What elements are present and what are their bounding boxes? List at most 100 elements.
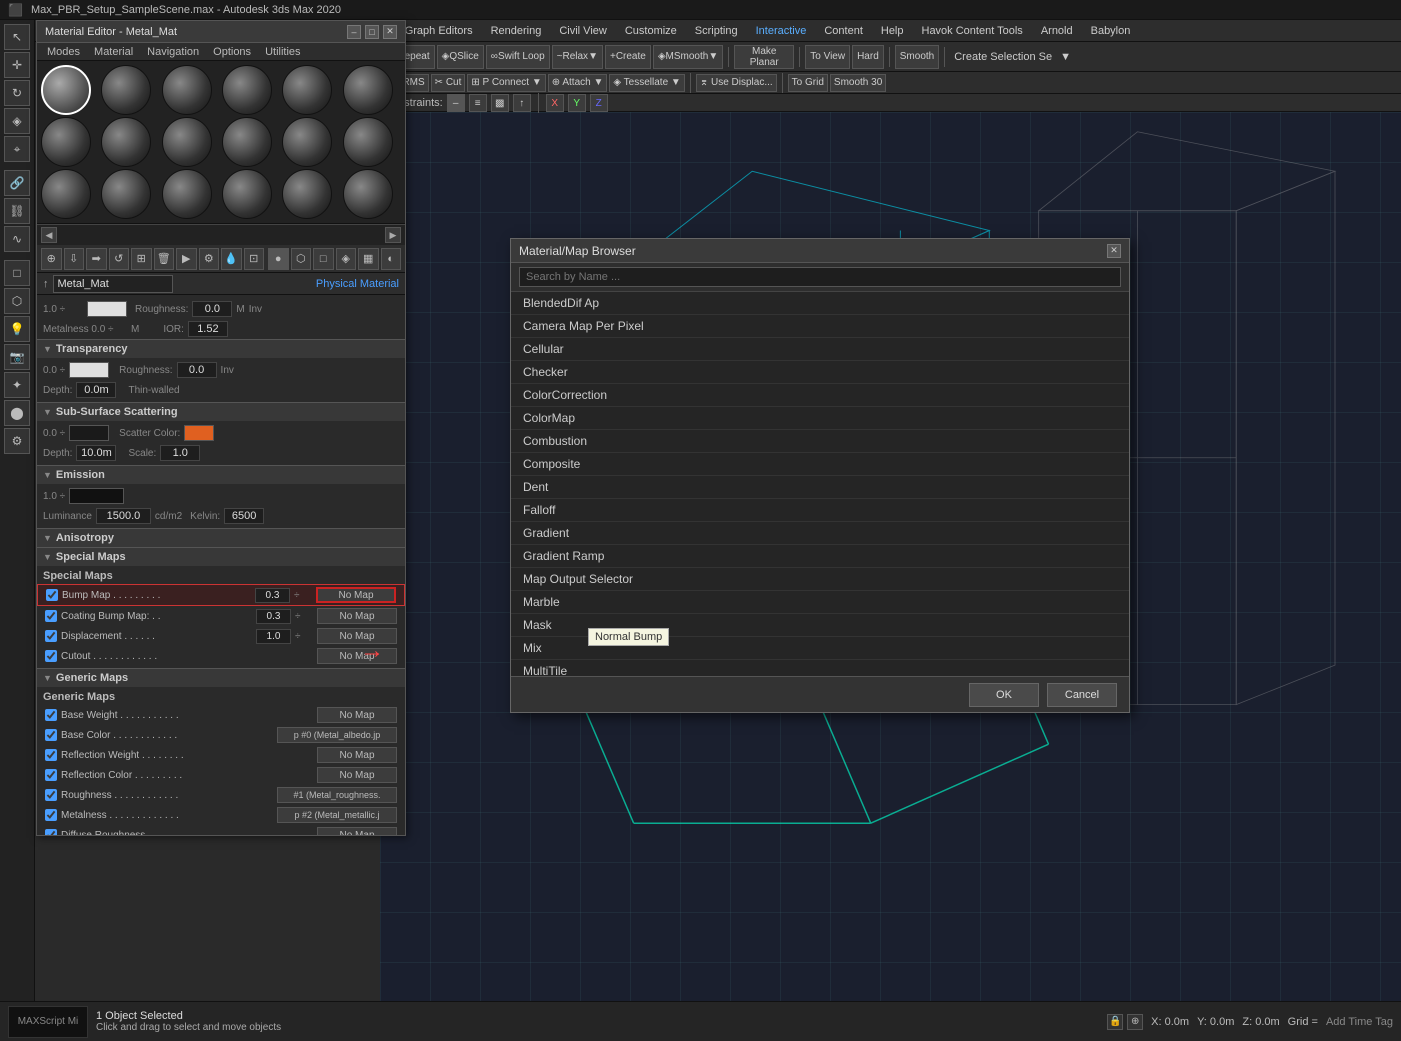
- coating-bump-btn[interactable]: No Map: [317, 608, 397, 624]
- refl-weight-btn[interactable]: No Map: [317, 747, 397, 763]
- snap-icon[interactable]: ⊕: [1127, 1014, 1143, 1030]
- metalness-map-btn[interactable]: p #2 (Metal_metallic.j: [277, 807, 397, 823]
- bump-map-btn[interactable]: No Map: [316, 587, 396, 603]
- mat-menu-options[interactable]: Options: [207, 45, 257, 59]
- menu-arnold[interactable]: Arnold: [1033, 23, 1081, 39]
- displacement-btn[interactable]: No Map: [317, 628, 397, 644]
- base-weight-checkbox[interactable]: [45, 709, 57, 721]
- cutout-checkbox[interactable]: [45, 650, 57, 662]
- base-color-btn[interactable]: p #0 (Metal_albedo.jp: [277, 727, 397, 743]
- relax-btn[interactable]: ~ Relax ▼: [552, 45, 603, 69]
- luminance-input[interactable]: [96, 508, 151, 524]
- mat-custom-btn[interactable]: ◈: [336, 248, 357, 270]
- roughness-swatch[interactable]: [87, 301, 127, 317]
- refl-color-checkbox[interactable]: [45, 769, 57, 781]
- mat-menu-material[interactable]: Material: [88, 45, 139, 59]
- mat-picker-btn[interactable]: 💧: [221, 248, 242, 270]
- left-link-btn[interactable]: 🔗: [4, 170, 30, 196]
- mat-copy-btn[interactable]: ⊞: [131, 248, 152, 270]
- displacement-checkbox[interactable]: [45, 630, 57, 642]
- sample-sphere-15[interactable]: [222, 169, 272, 219]
- sample-sphere-16[interactable]: [282, 169, 332, 219]
- xyz-x-btn[interactable]: X: [546, 94, 564, 112]
- sample-sphere-1[interactable]: [101, 65, 151, 115]
- map-browser-ok-btn[interactable]: OK: [969, 683, 1039, 707]
- hard-btn[interactable]: Hard: [852, 45, 884, 69]
- coating-bump-checkbox[interactable]: [45, 610, 57, 622]
- map-item-composite[interactable]: Composite: [511, 453, 1129, 476]
- map-item-marble[interactable]: Marble: [511, 591, 1129, 614]
- sample-sphere-5[interactable]: [343, 65, 393, 115]
- coating-bump-spinner[interactable]: ÷: [295, 611, 313, 622]
- mat-cylinder-btn[interactable]: ⬡: [291, 248, 312, 270]
- mat-delete-btn[interactable]: 🗑: [154, 248, 175, 270]
- mat-video-btn[interactable]: ▶: [176, 248, 197, 270]
- base-weight-btn[interactable]: No Map: [317, 707, 397, 723]
- sample-sphere-9[interactable]: [222, 117, 272, 167]
- menu-content[interactable]: Content: [816, 23, 871, 39]
- create-btn[interactable]: + Create: [605, 45, 651, 69]
- sample-sphere-13[interactable]: [101, 169, 151, 219]
- special-maps-section[interactable]: Special Maps: [37, 547, 405, 566]
- mat-get-material-btn[interactable]: ⊕: [41, 248, 62, 270]
- displacement-spinner[interactable]: ÷: [295, 631, 313, 642]
- scatter-swatch[interactable]: [184, 425, 214, 441]
- left-geo-btn[interactable]: □: [4, 260, 30, 286]
- diffuse-rough-btn[interactable]: No Map: [317, 827, 397, 835]
- smooth-30-btn[interactable]: Smooth 30: [830, 74, 886, 92]
- refl-color-btn[interactable]: No Map: [317, 767, 397, 783]
- make-planar-btn[interactable]: Make Planar: [734, 45, 794, 69]
- left-system-btn[interactable]: ⚙: [4, 428, 30, 454]
- sphere-scroll-right[interactable]: ▶: [385, 227, 401, 243]
- menu-customize[interactable]: Customize: [617, 23, 685, 39]
- mat-background-btn[interactable]: ▦: [358, 248, 379, 270]
- menu-graph-editors[interactable]: Graph Editors: [397, 23, 481, 39]
- maxscript-btn[interactable]: MAXScript Mi: [8, 1006, 88, 1038]
- pconnect-btn[interactable]: ⊞ P Connect ▼: [467, 74, 545, 92]
- mat-menu-navigation[interactable]: Navigation: [141, 45, 205, 59]
- map-item-cellular[interactable]: Cellular: [511, 338, 1129, 361]
- map-item-colorcorrection[interactable]: ColorCorrection: [511, 384, 1129, 407]
- left-unlink-btn[interactable]: ⛓: [4, 198, 30, 224]
- constraint-face[interactable]: ▩: [491, 94, 509, 112]
- emission-section[interactable]: Emission: [37, 465, 405, 484]
- generic-maps-section[interactable]: Generic Maps: [37, 668, 405, 687]
- mat-assign-btn[interactable]: ➡: [86, 248, 107, 270]
- constraint-none[interactable]: –: [447, 94, 465, 112]
- left-place-btn[interactable]: ⌖: [4, 136, 30, 162]
- mat-editor-maximize-btn[interactable]: □: [365, 25, 379, 39]
- sss-scale-input[interactable]: [160, 445, 200, 461]
- left-rotate-btn[interactable]: ↻: [4, 80, 30, 106]
- sphere-scroll-left[interactable]: ◀: [41, 227, 57, 243]
- constraint-normal[interactable]: ↑: [513, 94, 531, 112]
- left-shape-btn[interactable]: ⬡: [4, 288, 30, 314]
- map-item-map-output-selector[interactable]: Map Output Selector: [511, 568, 1129, 591]
- left-select-btn[interactable]: ↖: [4, 24, 30, 50]
- roughness-input[interactable]: [192, 301, 232, 317]
- map-item-blend[interactable]: BlendedDif Ap: [511, 292, 1129, 315]
- mat-nav-up[interactable]: ↑: [43, 278, 49, 290]
- mat-backlight-btn[interactable]: ◐: [381, 248, 402, 270]
- sample-sphere-2[interactable]: [162, 65, 212, 115]
- sample-sphere-10[interactable]: [282, 117, 332, 167]
- trans-roughness-input[interactable]: [177, 362, 217, 378]
- map-item-gradient[interactable]: Gradient: [511, 522, 1129, 545]
- menu-help[interactable]: Help: [873, 23, 912, 39]
- left-camera-btn[interactable]: 📷: [4, 344, 30, 370]
- left-bind-btn[interactable]: ∿: [4, 226, 30, 252]
- mat-put-material-btn[interactable]: ⇩: [64, 248, 85, 270]
- sample-sphere-11[interactable]: [343, 117, 393, 167]
- map-item-checker[interactable]: Checker: [511, 361, 1129, 384]
- cutout-btn[interactable]: No Map: [317, 648, 397, 664]
- bump-map-spinner[interactable]: ÷: [294, 590, 312, 601]
- menu-scripting[interactable]: Scripting: [687, 23, 746, 39]
- trans-swatch[interactable]: [69, 362, 109, 378]
- sss-section[interactable]: Sub-Surface Scattering: [37, 402, 405, 421]
- mat-menu-modes[interactable]: Modes: [41, 45, 86, 59]
- mat-box-btn[interactable]: □: [313, 248, 334, 270]
- qslice-btn[interactable]: ◈ QSlice: [437, 45, 484, 69]
- map-item-gradient-ramp[interactable]: Gradient Ramp: [511, 545, 1129, 568]
- sss-depth-input[interactable]: [76, 445, 116, 461]
- sss-swatch[interactable]: [69, 425, 109, 441]
- smooth-btn[interactable]: Smooth: [895, 45, 939, 69]
